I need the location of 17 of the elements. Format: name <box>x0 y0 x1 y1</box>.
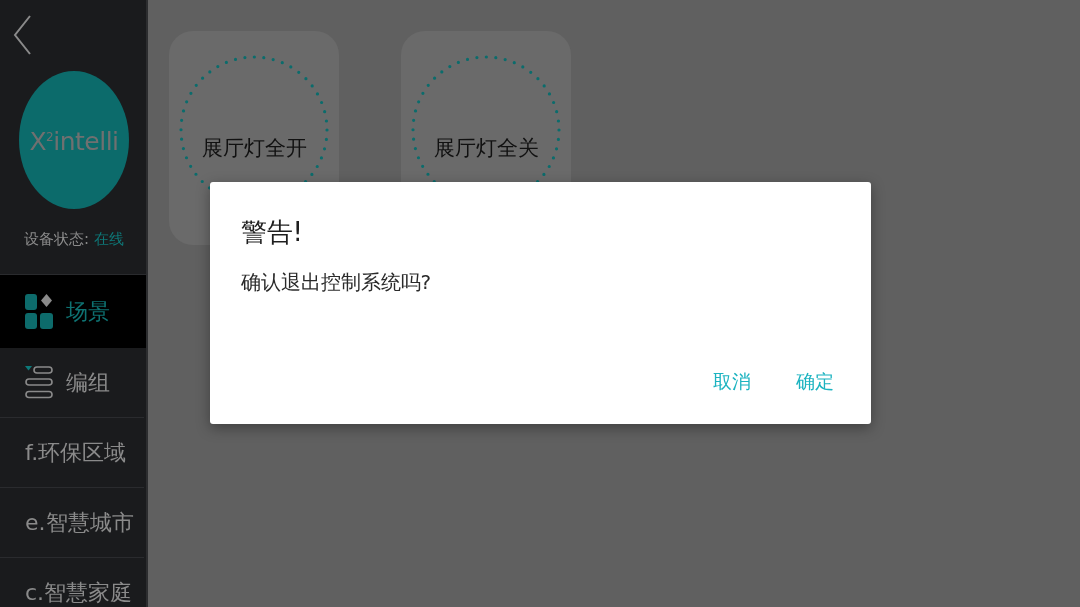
scene-label: 展厅灯全关 <box>433 135 539 162</box>
dialog-message: 确认退出控制系统吗? <box>240 269 432 296</box>
sidebar-item[interactable]: 场景 <box>0 275 146 348</box>
grid-icon <box>25 294 53 329</box>
sidebar-item[interactable]: 编组 <box>0 348 144 418</box>
back-button[interactable] <box>13 15 31 55</box>
list-icon <box>25 366 53 399</box>
scene-label: 展厅灯全开 <box>201 135 307 162</box>
back-icon <box>13 15 31 55</box>
dialog-button[interactable]: 确定 <box>787 362 842 402</box>
logo-text: X$^{2}$intelli <box>29 126 119 158</box>
sidebar-item[interactable]: f.环保区域 <box>0 418 144 488</box>
sidebar-item[interactable]: c.智慧家庭 <box>0 558 144 607</box>
device-status-value: 在线 <box>94 229 125 250</box>
device-status-label: 设备状态: <box>24 229 90 250</box>
sidebar-item[interactable]: e.智慧城市 <box>0 488 144 558</box>
dialog-button[interactable]: 取消 <box>704 362 759 402</box>
